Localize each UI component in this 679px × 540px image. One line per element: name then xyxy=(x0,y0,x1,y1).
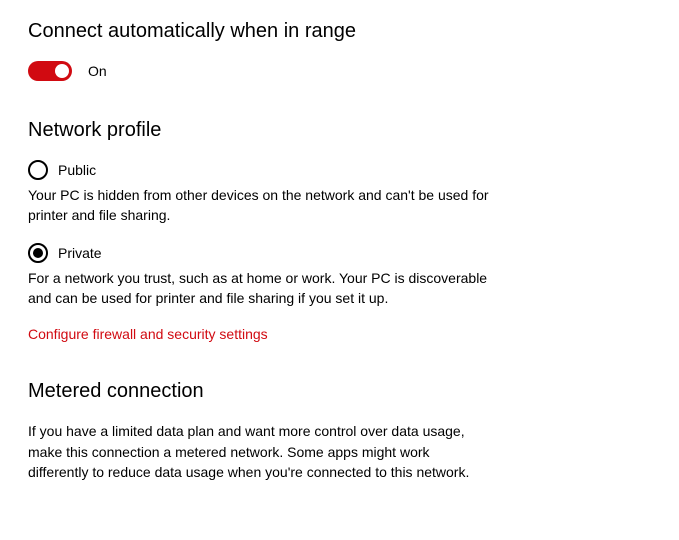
metered-desc: If you have a limited data plan and want… xyxy=(28,421,478,482)
network-profile-section: Network profile Public Your PC is hidden… xyxy=(28,119,651,342)
auto-connect-toggle-label: On xyxy=(88,63,107,79)
auto-connect-toggle[interactable] xyxy=(28,61,72,81)
metered-section: Metered connection If you have a limited… xyxy=(28,380,651,482)
radio-private-circle-icon xyxy=(28,243,48,263)
radio-public-circle-icon xyxy=(28,160,48,180)
auto-connect-section: Connect automatically when in range On xyxy=(28,20,651,81)
radio-public-desc: Your PC is hidden from other devices on … xyxy=(28,186,498,225)
firewall-settings-link[interactable]: Configure firewall and security settings xyxy=(28,326,651,342)
radio-public[interactable]: Public xyxy=(28,160,651,180)
radio-private[interactable]: Private xyxy=(28,243,651,263)
auto-connect-toggle-row[interactable]: On xyxy=(28,61,651,81)
metered-title: Metered connection xyxy=(28,380,651,403)
radio-group-private: Private For a network you trust, such as… xyxy=(28,243,651,308)
auto-connect-title: Connect automatically when in range xyxy=(28,20,651,43)
radio-private-desc: For a network you trust, such as at home… xyxy=(28,269,498,308)
radio-public-label: Public xyxy=(58,162,96,178)
network-profile-title: Network profile xyxy=(28,119,651,142)
radio-group-public: Public Your PC is hidden from other devi… xyxy=(28,160,651,225)
radio-private-label: Private xyxy=(58,245,102,261)
